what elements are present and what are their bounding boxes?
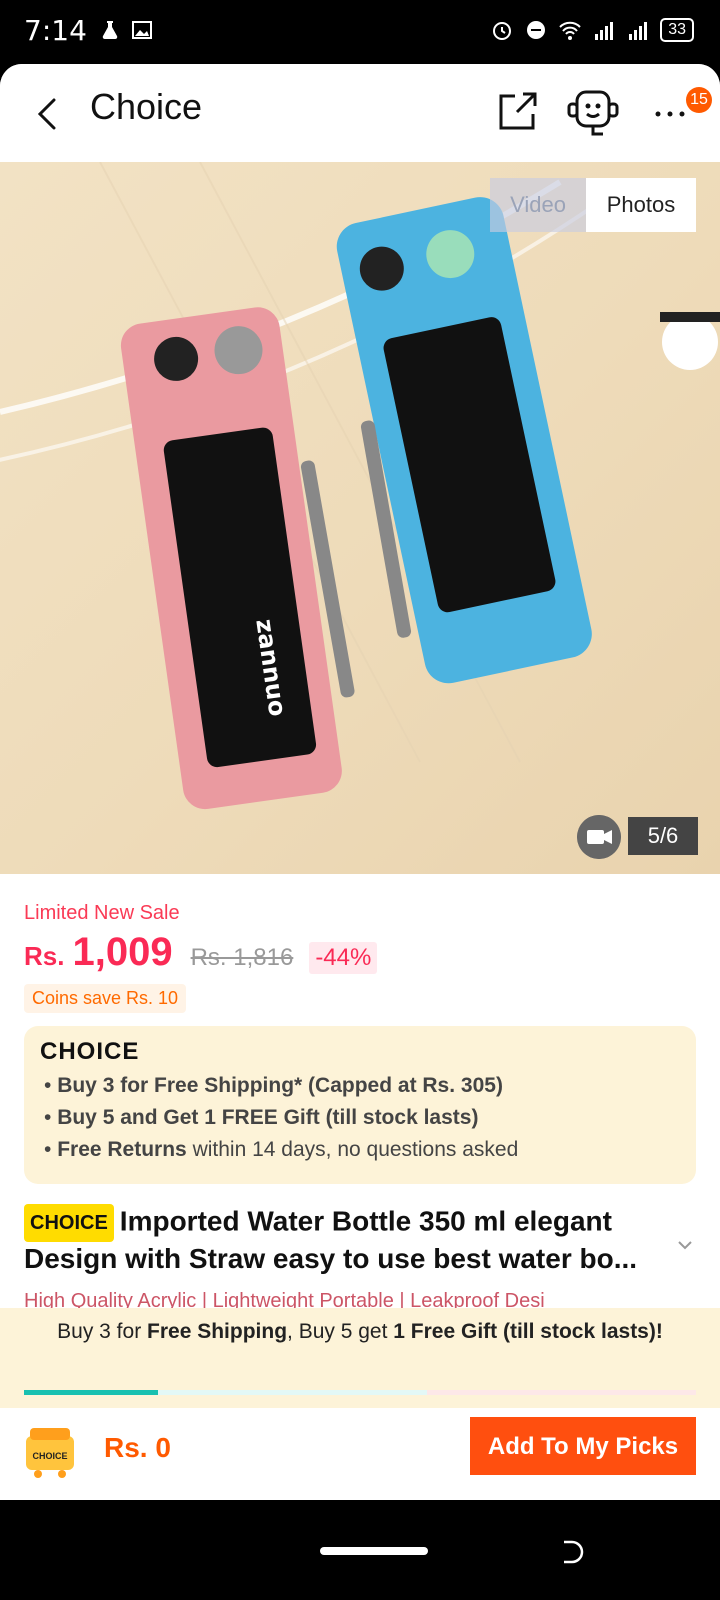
- benefit-line: • Buy 3 for Free Shipping* (Capped at Rs…: [44, 1074, 503, 1097]
- benefit-text-3: within 14 days, no questions asked: [192, 1138, 519, 1161]
- status-time: 7:14: [24, 14, 87, 47]
- price-value: 1,009: [72, 930, 173, 974]
- price-currency: Rs.: [24, 941, 65, 971]
- header: Choice 15: [0, 64, 720, 162]
- benefit-line: • Free Returns within 14 days, no questi…: [44, 1138, 519, 1161]
- promo-part-2: Free Shipping: [147, 1320, 288, 1343]
- alarm-icon: [493, 22, 512, 40]
- benefit-text-2: Buy 5 and Get 1 FREE Gift (till stock la…: [57, 1106, 479, 1129]
- promo-text: Buy 3 for Free Shipping, Buy 5 get 1 Fre…: [40, 1320, 680, 1344]
- promo-part-3: , Buy 5 get: [287, 1320, 394, 1343]
- choice-tag: CHOICE: [24, 1204, 114, 1242]
- system-nav-bar: [0, 1500, 720, 1600]
- choice-lines: • Buy 3 for Free Shipping* (Capped at Rs…: [44, 1070, 684, 1166]
- more-icon[interactable]: [650, 94, 690, 134]
- image-icon: [132, 21, 152, 39]
- promo-part-4: 1 Free Gift (till stock lasts)!: [393, 1320, 663, 1343]
- product-title-text: Imported Water Bottle 350 ml elegant Des…: [24, 1205, 638, 1274]
- discount-badge: -44%: [309, 942, 378, 974]
- benefit-line: • Buy 5 and Get 1 FREE Gift (till stock …: [44, 1106, 479, 1129]
- price-row: Rs. 1,009 Rs. 1,816 -44%: [24, 930, 378, 975]
- status-right-icons: 33: [490, 18, 694, 42]
- media-toggle: Video Photos: [490, 178, 696, 232]
- chevron-down-icon[interactable]: [676, 1236, 694, 1254]
- sale-label: Limited New Sale: [24, 902, 180, 924]
- customer-service-icon[interactable]: [565, 86, 621, 138]
- status-bar: 7:14 33: [0, 0, 720, 64]
- battery-indicator: 33: [660, 18, 694, 42]
- page-title: Choice: [90, 86, 203, 127]
- image-counter: 5/6: [628, 817, 698, 855]
- wifi-icon: [559, 21, 581, 40]
- benefit-text-3-bold: Free Returns: [57, 1138, 187, 1161]
- flask-icon: [102, 21, 118, 40]
- cart-icon[interactable]: CHOICE: [22, 1422, 78, 1478]
- status-left-icons: [98, 18, 154, 42]
- promo-progress-fill: [24, 1390, 159, 1395]
- cart-total: Rs. 0: [104, 1432, 171, 1463]
- promo-progress-bar: [24, 1390, 696, 1395]
- back-arrow-icon[interactable]: [28, 94, 68, 134]
- dnd-icon: [527, 21, 546, 39]
- product-title[interactable]: CHOICE Imported Water Bottle 350 ml elega…: [24, 1204, 664, 1276]
- photos-tab[interactable]: Photos: [586, 178, 696, 232]
- coins-saving[interactable]: Coins save Rs. 10: [24, 984, 187, 1013]
- signal-icon: [595, 22, 614, 40]
- add-to-picks-button[interactable]: Add To My Picks: [470, 1417, 696, 1475]
- benefit-text-1: Buy 3 for Free Shipping* (Capped at Rs. …: [57, 1074, 503, 1097]
- home-gesture-bar[interactable]: [320, 1547, 428, 1555]
- product-image[interactable]: zannuo Video Photos 5/6: [0, 162, 720, 874]
- video-icon[interactable]: [577, 815, 621, 859]
- rotate-icon[interactable]: [558, 1538, 586, 1566]
- choice-benefits[interactable]: CHOICE • Buy 3 for Free Shipping* (Cappe…: [24, 1026, 696, 1184]
- bottom-bar: CHOICE Rs. 0 Add To My Picks: [0, 1410, 720, 1500]
- video-tab[interactable]: Video: [490, 178, 586, 232]
- notification-badge: 15: [686, 87, 712, 113]
- product-page: Choice 15 zannuo Video Photos 5/6 Limite…: [0, 64, 720, 1500]
- original-price: Rs. 1,816: [190, 944, 294, 971]
- share-icon[interactable]: [497, 90, 539, 132]
- choice-logo: CHOICE: [40, 1038, 140, 1065]
- product-photo: zannuo: [0, 162, 720, 810]
- promo-part-1: Buy 3 for: [57, 1320, 148, 1343]
- cart-label: CHOICE: [32, 1451, 67, 1461]
- signal-icon-2: [629, 22, 648, 40]
